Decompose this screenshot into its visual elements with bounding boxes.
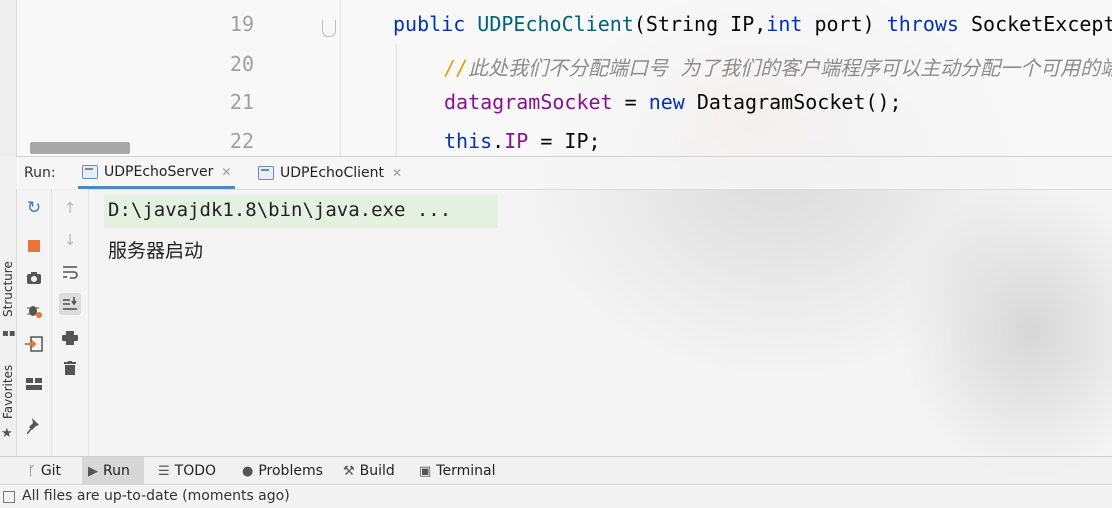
debug-bug-icon[interactable]: [23, 299, 45, 321]
code-token: (String IP,: [633, 12, 767, 36]
structure-icon[interactable]: ▪▪: [2, 328, 16, 339]
code-editor[interactable]: 19 20 21 22 public UDPEchoClient(String …: [0, 0, 1112, 156]
pin-icon[interactable]: [23, 415, 45, 437]
code-area[interactable]: public UDPEchoClient(String IP,int port)…: [340, 0, 1112, 156]
rerun-icon[interactable]: ↻: [23, 197, 45, 219]
run-tab-label: UDPEchoClient: [280, 165, 384, 181]
run-label: Run:: [24, 165, 56, 181]
code-token: = IP;: [528, 129, 601, 153]
status-message[interactable]: All files are up-to-date (moments ago): [22, 488, 290, 504]
terminal-tab-label: Terminal: [436, 463, 496, 479]
horizontal-scrollbar-thumb[interactable]: [30, 142, 130, 154]
code-token: =: [612, 90, 649, 114]
run-tab-udpechoserver[interactable]: UDPEchoServer ✕: [78, 157, 236, 189]
code-line-20[interactable]: //此处我们不分配端口号 为了我们的客户端程序可以主动分配一个可用的端口: [444, 52, 1112, 81]
arrow-down-icon[interactable]: ↓: [59, 229, 81, 251]
code-token: SocketException {: [971, 12, 1112, 36]
code-token: .: [492, 129, 505, 153]
run-tab[interactable]: ▶ Run: [82, 457, 144, 485]
run-tab-label: UDPEchoServer: [104, 163, 214, 180]
fold-marker-icon[interactable]: [322, 20, 336, 37]
todo-tab[interactable]: ☰ TODO: [152, 457, 222, 485]
run-toolbar-secondary: ↑ ↓: [52, 189, 89, 456]
run-tab-udpechoclient[interactable]: UDPEchoClient ✕: [254, 157, 406, 189]
console-tab-icon: [258, 166, 274, 180]
code-token: this: [444, 129, 493, 153]
problems-tab-label: Problems: [258, 463, 323, 479]
layout-icon[interactable]: [23, 373, 45, 395]
git-tab[interactable]: ᚴ Git: [22, 457, 67, 485]
status-bar: All files are up-to-date (moments ago): [0, 484, 1112, 508]
run-console[interactable]: D:\javajdk1.8\bin\java.exe ... 服务器启动: [89, 189, 1112, 456]
line-number: 19: [229, 12, 254, 36]
arrow-up-icon[interactable]: ↑: [59, 197, 81, 219]
stop-icon[interactable]: [23, 235, 45, 257]
problems-icon: ●: [242, 463, 254, 479]
terminal-tab[interactable]: ▣ Terminal: [413, 457, 501, 485]
star-icon[interactable]: ★: [1, 426, 13, 441]
code-token: 此处我们不分配端口号 为了我们的客户端程序可以主动分配一个可用的端口: [468, 56, 1112, 80]
todo-tab-label: TODO: [174, 463, 217, 479]
left-tool-strip: Structure ▪▪ Favorites ★: [0, 156, 17, 456]
problems-tab[interactable]: ● Problems: [236, 457, 329, 485]
terminal-icon: ▣: [419, 463, 432, 479]
editor-left-strip: [0, 0, 17, 156]
code-token: throws: [886, 12, 959, 36]
run-toolbar-primary: ↻: [17, 189, 52, 456]
code-line-22[interactable]: this.IP = IP;: [444, 129, 601, 153]
code-token: UDPEchoClient: [477, 12, 634, 36]
code-token: IP: [504, 129, 529, 153]
console-command-line[interactable]: D:\javajdk1.8\bin\java.exe ...: [108, 199, 451, 221]
line-number: 21: [229, 90, 254, 114]
scroll-to-end-icon[interactable]: [59, 293, 81, 315]
soft-wrap-icon[interactable]: [59, 261, 81, 283]
bottom-tool-tabs: ᚴ Git ▶ Run ☰ TODO ● Problems ⚒ Build ▣ …: [0, 456, 1112, 485]
todo-icon: ☰: [158, 463, 170, 479]
line-number: 22: [229, 129, 254, 153]
run-icon: ▶: [88, 463, 98, 479]
code-token: public: [393, 12, 478, 36]
code-token: //: [444, 56, 469, 80]
structure-tab[interactable]: Structure: [1, 261, 15, 317]
console-tab-icon: [82, 164, 98, 179]
tool-windows-icon[interactable]: [3, 491, 15, 503]
trash-icon[interactable]: [59, 357, 81, 379]
line-number: 20: [229, 52, 254, 76]
code-line-19[interactable]: public UDPEchoClient(String IP,int port)…: [393, 12, 1112, 36]
build-icon: ⚒: [343, 463, 355, 479]
git-tab-label: Git: [40, 463, 62, 479]
import-icon[interactable]: [23, 333, 45, 355]
code-token: datagramSocket: [444, 90, 613, 114]
code-line-21[interactable]: datagramSocket = new DatagramSocket();: [444, 90, 902, 114]
close-icon[interactable]: ✕: [221, 165, 231, 179]
git-icon: ᚴ: [28, 463, 36, 479]
build-tab-label: Build: [359, 463, 395, 479]
code-token: DatagramSocket();: [684, 90, 902, 114]
code-token: port): [802, 12, 887, 36]
favorites-tab[interactable]: Favorites: [1, 365, 15, 419]
run-tab-label: Run: [103, 463, 130, 479]
camera-icon[interactable]: [23, 267, 45, 289]
code-token: new: [648, 90, 685, 114]
run-tool-window-header: Run: UDPEchoServer ✕ UDPEchoClient ✕: [16, 156, 1112, 190]
build-tab[interactable]: ⚒ Build: [337, 457, 401, 485]
code-token: int: [766, 12, 803, 36]
console-output-line[interactable]: 服务器启动: [108, 236, 203, 263]
print-icon[interactable]: [59, 327, 81, 349]
close-icon[interactable]: ✕: [392, 166, 402, 180]
